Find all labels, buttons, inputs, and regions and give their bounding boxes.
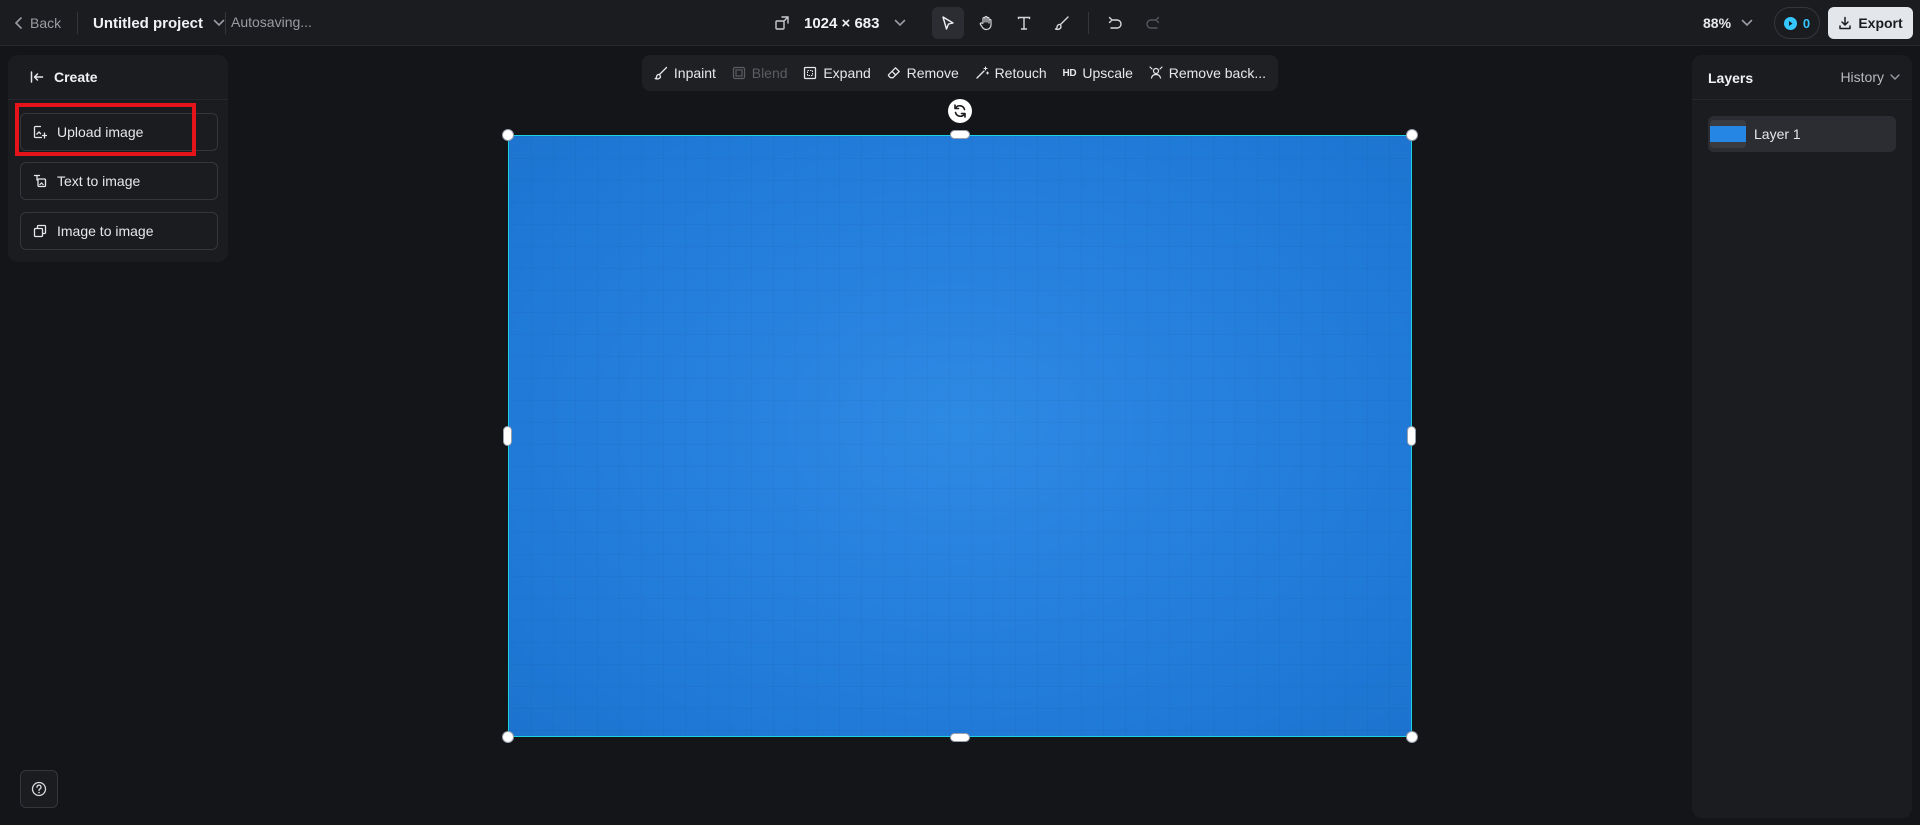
- credit-coin-icon: [1783, 16, 1797, 30]
- remove-button[interactable]: Remove: [887, 65, 959, 81]
- resize-handle-bottom[interactable]: [950, 733, 970, 742]
- help-button[interactable]: [20, 770, 58, 808]
- image-to-image-label: Image to image: [57, 223, 154, 239]
- undo-button[interactable]: [1099, 7, 1131, 39]
- help-icon: [31, 781, 47, 797]
- chevron-down-icon: [1890, 73, 1900, 81]
- resize-handle-right[interactable]: [1407, 426, 1416, 446]
- rotate-icon: [952, 103, 968, 119]
- eraser-icon: [887, 66, 901, 80]
- upload-image-label: Upload image: [57, 124, 144, 140]
- upload-image-button[interactable]: Upload image: [20, 113, 218, 151]
- resize-handle-bottom-right[interactable]: [1406, 731, 1418, 743]
- select-tool-button[interactable]: [932, 7, 964, 39]
- remove-label: Remove: [906, 65, 959, 81]
- remove-background-label: Remove back...: [1168, 65, 1267, 81]
- image-to-image-button[interactable]: Image to image: [20, 212, 218, 250]
- export-button[interactable]: Export: [1828, 7, 1913, 39]
- rotate-handle[interactable]: [948, 99, 972, 123]
- resize-handle-top-right[interactable]: [1406, 129, 1418, 141]
- resize-handle-left[interactable]: [503, 426, 512, 446]
- resize-handle-bottom-left[interactable]: [502, 731, 514, 743]
- expand-label: Expand: [823, 65, 871, 81]
- canvas-image-layer[interactable]: [508, 135, 1412, 737]
- remove-background-button[interactable]: Remove back...: [1149, 65, 1266, 81]
- top-bar: Back Untitled project Autosaving... 1024…: [0, 0, 1920, 46]
- history-label: History: [1840, 69, 1884, 85]
- text-icon: [1016, 15, 1032, 31]
- create-panel-toggle[interactable]: Create: [8, 55, 228, 100]
- resize-handle-top-left[interactable]: [502, 129, 514, 141]
- edit-toolbar: Inpaint Blend Expand Remove Retouch HD U…: [642, 55, 1278, 91]
- zoom-dropdown[interactable]: 88%: [1703, 12, 1753, 34]
- layers-panel: Layers History Layer 1: [1692, 55, 1912, 818]
- hand-icon: [978, 15, 994, 31]
- retouch-icon: [975, 66, 989, 80]
- image-to-image-icon: [33, 224, 47, 238]
- text-to-image-icon: [33, 174, 47, 188]
- divider: [1088, 12, 1089, 34]
- redo-button[interactable]: [1137, 7, 1169, 39]
- divider: [77, 12, 78, 34]
- zoom-value: 88%: [1703, 15, 1732, 31]
- text-to-image-label: Text to image: [57, 173, 141, 189]
- undo-icon: [1107, 15, 1123, 31]
- upscale-button[interactable]: HD Upscale: [1063, 65, 1133, 81]
- collapse-panel-icon: [30, 71, 44, 83]
- autosave-status: Autosaving...: [231, 14, 312, 30]
- expand-icon: [803, 66, 817, 80]
- pan-tool-button[interactable]: [970, 7, 1002, 39]
- retouch-label: Retouch: [994, 65, 1047, 81]
- chevron-down-icon: [1741, 19, 1753, 27]
- project-name-dropdown[interactable]: Untitled project: [93, 12, 225, 34]
- resize-handle-top[interactable]: [950, 130, 970, 139]
- brush-icon: [1054, 15, 1070, 31]
- history-tab[interactable]: History: [1840, 69, 1900, 85]
- project-name: Untitled project: [93, 14, 204, 32]
- inpaint-label: Inpaint: [673, 65, 716, 81]
- layer-item[interactable]: Layer 1: [1708, 116, 1896, 152]
- layers-tab[interactable]: Layers: [1708, 70, 1753, 86]
- chevron-down-icon: [213, 19, 225, 27]
- tool-group: [932, 7, 1169, 39]
- layer-name: Layer 1: [1754, 126, 1801, 142]
- download-icon: [1838, 16, 1852, 30]
- create-panel-title: Create: [54, 69, 98, 85]
- text-tool-button[interactable]: [1008, 7, 1040, 39]
- retouch-button[interactable]: Retouch: [975, 65, 1047, 81]
- inpaint-icon: [654, 66, 668, 80]
- layers-panel-header: Layers History: [1692, 55, 1912, 100]
- back-label: Back: [30, 15, 62, 31]
- export-label: Export: [1858, 15, 1903, 31]
- resize-icon: [774, 15, 790, 31]
- canvas-size-value: 1024 × 683: [804, 14, 880, 32]
- chevron-down-icon: [894, 19, 906, 27]
- divider: [225, 12, 226, 34]
- expand-button[interactable]: Expand: [803, 65, 871, 81]
- layer-thumbnail: [1710, 120, 1746, 148]
- blend-label: Blend: [751, 65, 788, 81]
- credits-count: 0: [1802, 15, 1811, 31]
- back-button[interactable]: Back: [14, 12, 61, 34]
- upscale-label: Upscale: [1082, 65, 1133, 81]
- inpaint-button[interactable]: Inpaint: [654, 65, 716, 81]
- blend-icon: [732, 66, 746, 80]
- chevron-left-icon: [14, 17, 24, 29]
- blend-button[interactable]: Blend: [732, 65, 788, 81]
- create-panel: Create Upload image Text to image Image …: [8, 55, 228, 262]
- hd-icon: HD: [1062, 67, 1077, 79]
- text-to-image-button[interactable]: Text to image: [20, 162, 218, 200]
- remove-background-icon: [1149, 66, 1163, 80]
- redo-icon: [1145, 15, 1161, 31]
- upload-image-icon: [33, 125, 47, 139]
- canvas-size-dropdown[interactable]: 1024 × 683: [774, 11, 906, 35]
- brush-tool-button[interactable]: [1046, 7, 1078, 39]
- cursor-icon: [940, 15, 956, 31]
- credits-button[interactable]: 0: [1774, 7, 1820, 39]
